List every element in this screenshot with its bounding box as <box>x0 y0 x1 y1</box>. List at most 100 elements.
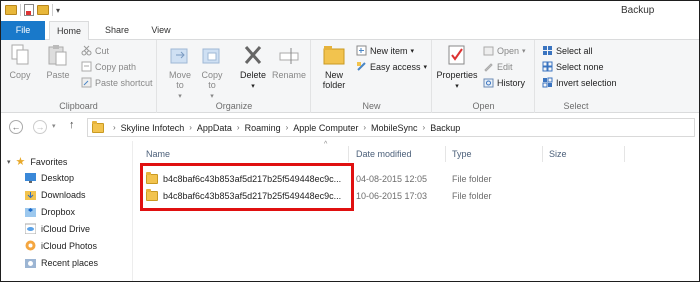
breadcrumb: › Skyline Infotech › AppData › Roaming ›… <box>108 123 460 133</box>
cut-button[interactable]: Cut <box>81 45 109 56</box>
sidebar-item-icloud-drive[interactable]: iCloud Drive <box>24 223 90 235</box>
new-folder-icon[interactable] <box>37 5 49 15</box>
edit-icon <box>483 61 494 72</box>
new-group-label: New <box>362 101 381 111</box>
breadcrumb-item[interactable]: Roaming <box>245 123 281 133</box>
new-item-label: New item <box>370 45 408 56</box>
file-type: File folder <box>452 191 492 201</box>
invert-selection-button[interactable]: Invert selection <box>542 77 617 88</box>
tab-share[interactable]: Share <box>97 21 137 40</box>
properties-button[interactable]: Properties ▾ <box>435 43 479 92</box>
chevron-down-icon: ▾ <box>455 83 459 90</box>
new-folder-label-line1: New <box>324 70 343 80</box>
breadcrumb-item[interactable]: AppData <box>197 123 232 133</box>
select-group-label: Select <box>563 101 589 111</box>
move-to-label: Move to <box>168 70 191 90</box>
breadcrumb-item[interactable]: Apple Computer <box>293 123 358 133</box>
tab-view[interactable]: View <box>141 21 181 40</box>
up-arrow-icon[interactable]: ↑ <box>69 119 75 131</box>
chevron-right-icon: › <box>363 123 367 132</box>
column-header-name[interactable]: Name <box>146 149 170 159</box>
delete-icon <box>241 43 265 67</box>
organize-group: Move to ▾ Copy to ▾ Delete ▾ Rename Orga… <box>158 40 311 113</box>
annotation-highlight-box <box>140 163 354 211</box>
rename-icon <box>277 43 301 67</box>
copy-icon <box>8 43 32 67</box>
sidebar-item-recent-places[interactable]: Recent places <box>25 257 98 268</box>
scissors-icon <box>81 45 92 56</box>
edit-button[interactable]: Edit <box>483 61 513 72</box>
breadcrumb-item[interactable]: Skyline Infotech <box>121 123 185 133</box>
chevron-right-icon: › <box>236 123 240 132</box>
divider <box>445 146 446 162</box>
open-button[interactable]: Open ▾ <box>483 45 526 56</box>
organize-group-label: Organize <box>215 101 253 111</box>
desktop-icon <box>25 172 36 183</box>
history-label: History <box>497 77 526 88</box>
chevron-right-icon: › <box>189 123 192 132</box>
select-none-button[interactable]: Select none <box>542 61 604 72</box>
sidebar-item-favorites[interactable]: ▾ ★ Favorites <box>7 155 67 168</box>
sidebar-item-desktop[interactable]: Desktop <box>25 172 74 183</box>
column-header-size[interactable]: Size <box>549 149 567 159</box>
copy-to-button[interactable]: Copy to ▾ <box>198 43 226 102</box>
new-item-button[interactable]: New item ▾ <box>356 45 414 56</box>
copy-to-icon <box>200 43 224 67</box>
tab-file[interactable]: File <box>1 21 45 40</box>
rename-button[interactable]: Rename <box>272 43 306 80</box>
back-arrow-icon[interactable]: ← <box>9 120 23 134</box>
easy-access-icon <box>356 61 367 72</box>
open-group: Properties ▾ Open ▾ Edit History Open <box>433 40 535 113</box>
column-header-date[interactable]: Date modified <box>356 149 412 159</box>
breadcrumb-item[interactable]: Backup <box>430 123 460 133</box>
select-all-button[interactable]: Select all <box>542 45 593 56</box>
new-folder-icon <box>322 43 346 67</box>
paste-shortcut-button[interactable]: Paste shortcut <box>81 77 153 88</box>
history-icon <box>483 77 494 88</box>
paste-shortcut-icon <box>81 77 92 88</box>
move-to-button[interactable]: Move to ▾ <box>166 43 194 102</box>
chevron-down-icon: ▾ <box>7 158 11 166</box>
divider <box>624 146 625 162</box>
copy-button[interactable]: Copy <box>7 43 33 80</box>
ribbon-tabs: File Home Share View <box>1 21 699 41</box>
select-all-label: Select all <box>556 45 593 56</box>
cut-label: Cut <box>95 45 110 56</box>
sidebar-item-icloud-photos[interactable]: iCloud Photos <box>25 240 97 251</box>
delete-button[interactable]: Delete ▾ <box>238 43 268 92</box>
chevron-right-icon: › <box>422 123 426 132</box>
paste-icon <box>46 43 70 67</box>
chevron-right-icon: › <box>285 123 289 132</box>
new-folder-button[interactable]: New folder <box>318 43 350 90</box>
easy-access-label: Easy access <box>370 61 421 72</box>
sidebar-item-label: iCloud Photos <box>41 240 98 251</box>
navigation-pane: ▾ ★ Favorites Desktop Downloads Dropbox … <box>1 141 133 281</box>
chevron-down-icon[interactable]: ▾ <box>56 6 60 15</box>
chevron-down-icon[interactable]: ▾ <box>52 122 56 130</box>
breadcrumb-item[interactable]: MobileSync <box>371 123 418 133</box>
title-bar: ▾ Backup <box>1 1 699 21</box>
properties-icon <box>445 43 469 67</box>
easy-access-button[interactable]: Easy access ▾ <box>356 61 427 72</box>
address-bar[interactable]: › Skyline Infotech › AppData › Roaming ›… <box>87 118 695 137</box>
sidebar-item-label: Downloads <box>41 189 86 200</box>
folder-icon[interactable] <box>5 5 17 15</box>
properties-label: Properties <box>436 70 478 80</box>
properties-icon[interactable] <box>24 4 34 16</box>
column-header-type[interactable]: Type <box>452 149 472 159</box>
tab-home[interactable]: Home <box>49 21 89 41</box>
copy-path-button[interactable]: Copy path <box>81 61 136 72</box>
edit-label: Edit <box>497 61 513 72</box>
sidebar-item-dropbox[interactable]: Dropbox <box>25 206 75 217</box>
history-button[interactable]: History <box>483 77 525 88</box>
copy-to-label: Copy to <box>201 70 223 90</box>
forward-arrow-icon[interactable]: → <box>33 120 47 134</box>
sidebar-item-downloads[interactable]: Downloads <box>25 189 86 200</box>
icloud-drive-icon <box>24 223 37 235</box>
recent-places-icon <box>25 257 36 268</box>
paste-button[interactable]: Paste <box>43 43 73 80</box>
ribbon: Copy Paste Cut Copy path Paste shortcut … <box>1 40 699 113</box>
chevron-down-icon: ▾ <box>410 47 415 55</box>
delete-label: Delete <box>239 70 266 80</box>
sidebar-item-label: Recent places <box>41 257 99 268</box>
